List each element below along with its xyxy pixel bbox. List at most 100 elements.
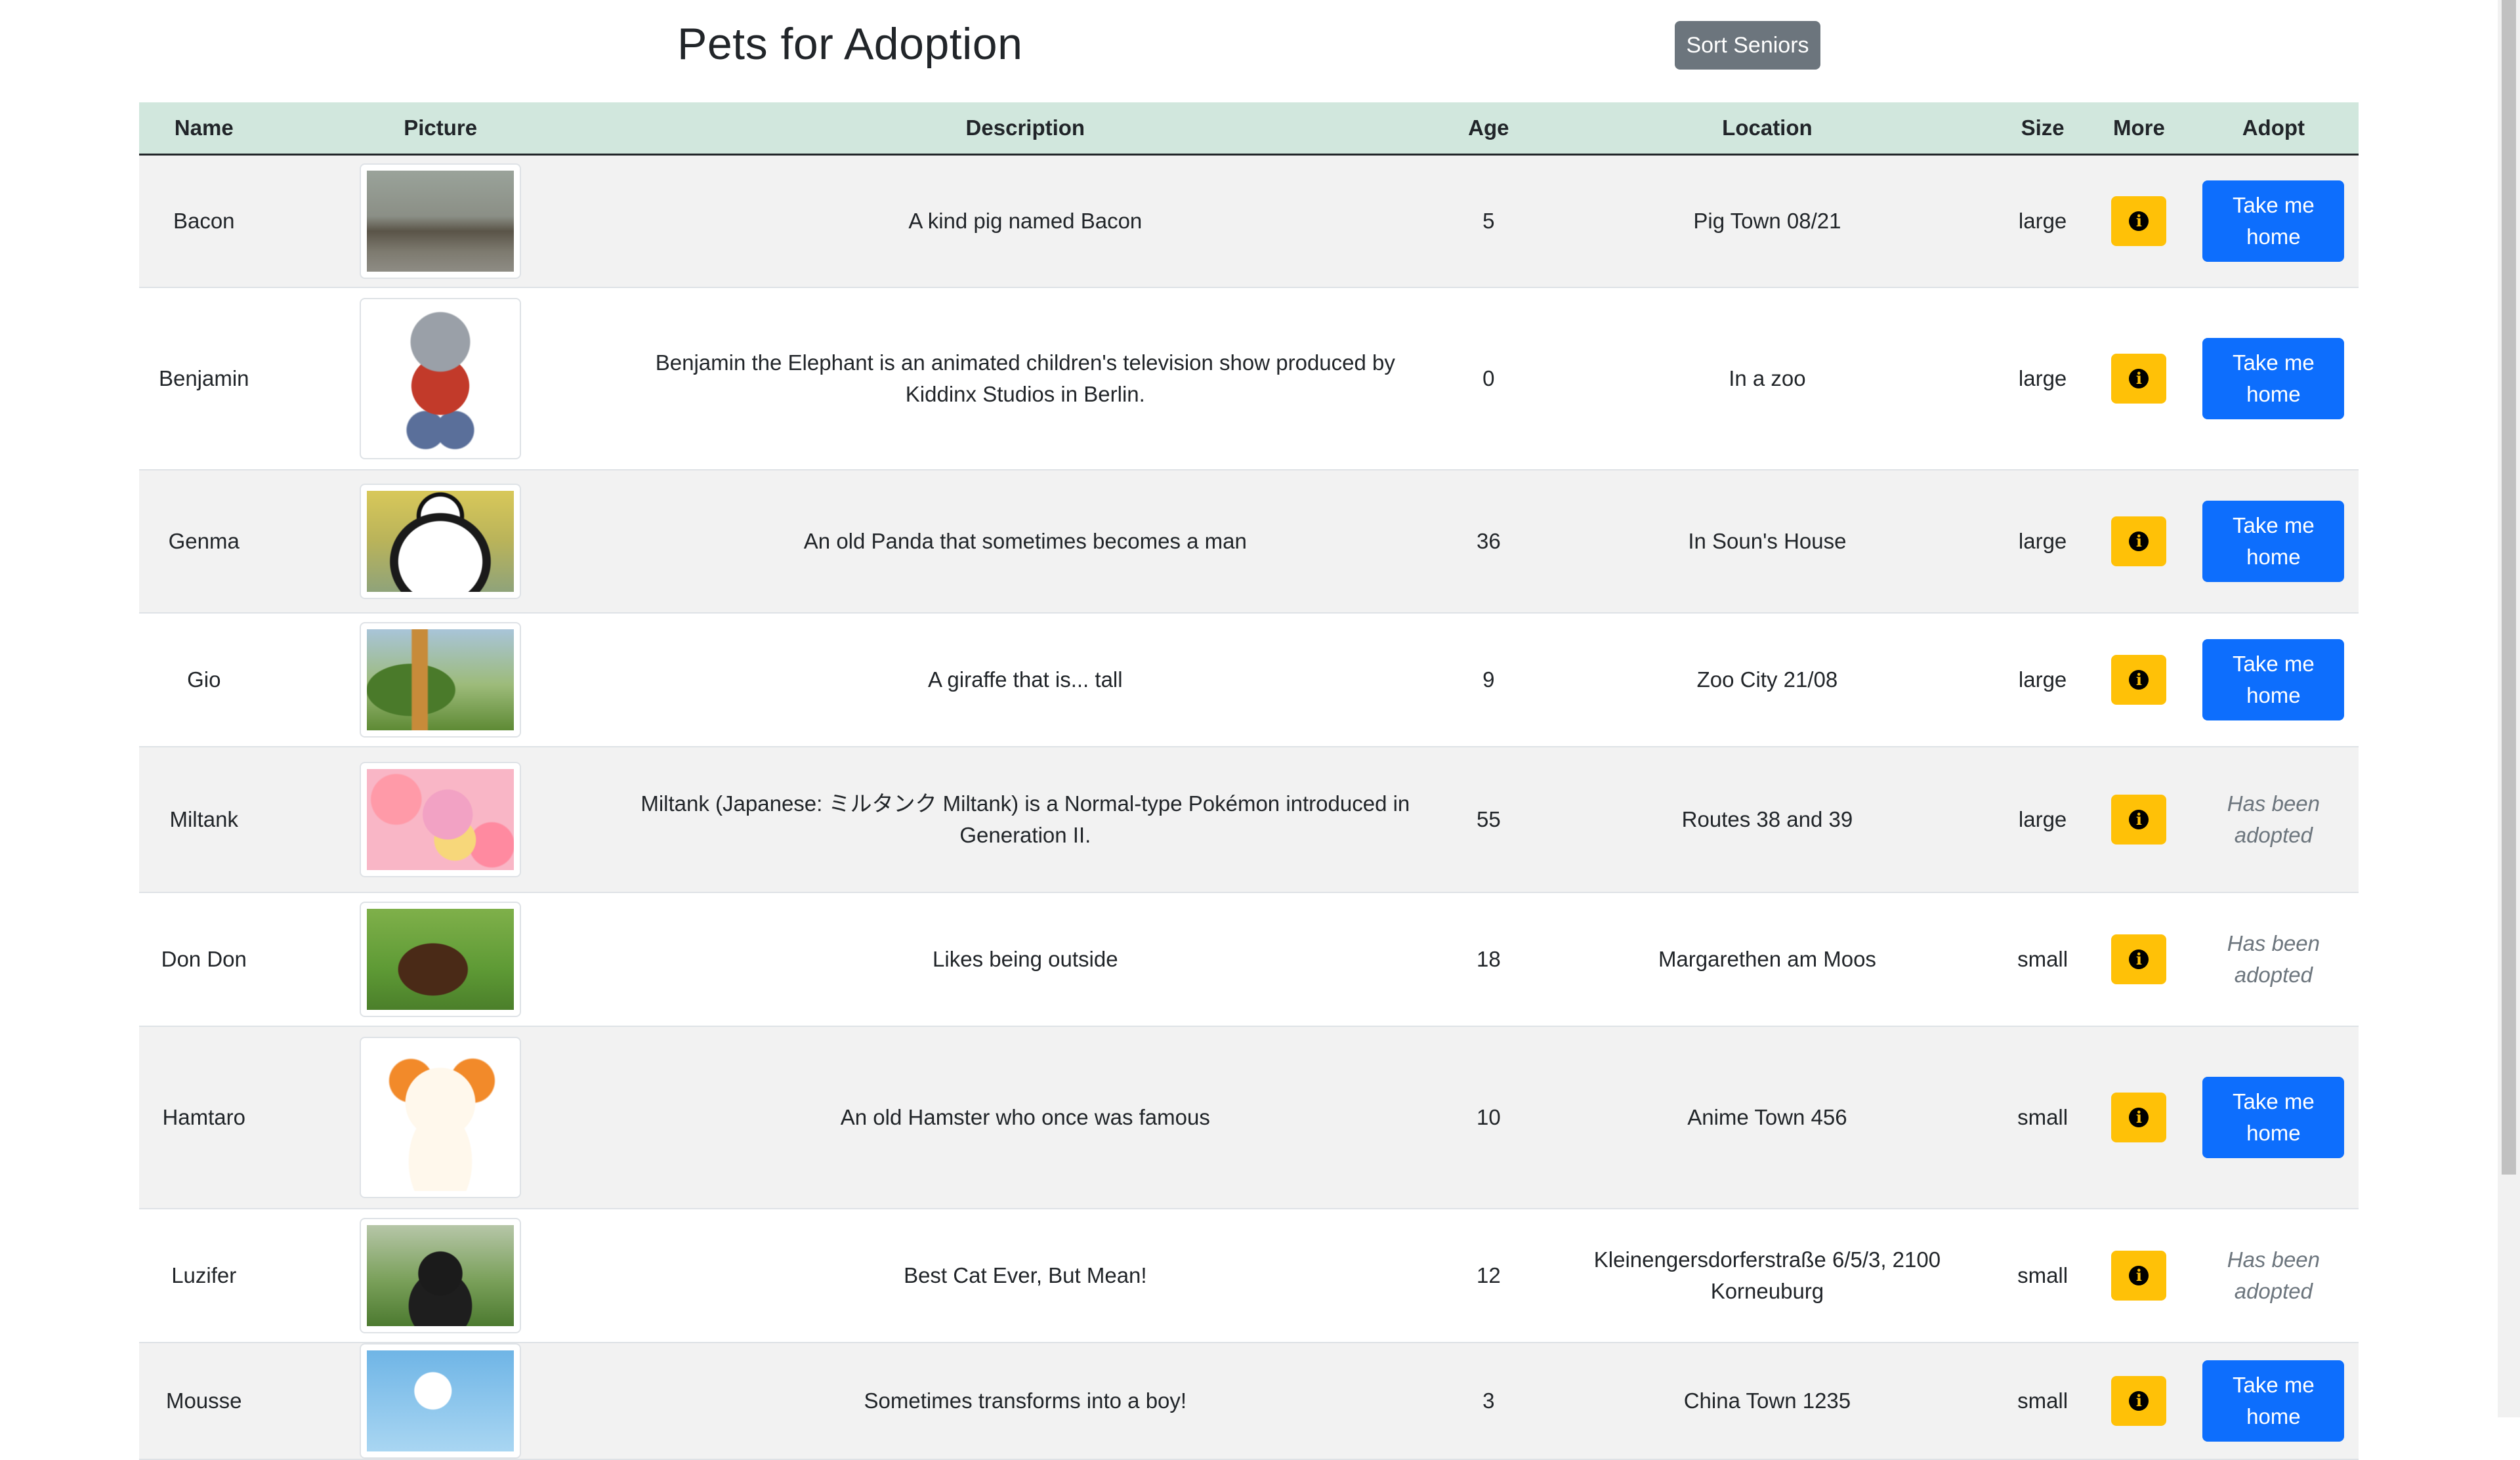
info-button[interactable]: i <box>2111 934 2167 984</box>
pet-picture-cell <box>268 154 612 288</box>
pet-location-cell: Pig Town 08/21 <box>1538 154 1996 288</box>
pet-more-cell: i <box>2090 1026 2189 1209</box>
pets-table-body: Bacon A kind pig named Bacon 5 Pig Town 08/… <box>139 154 2359 1460</box>
table-row: Benjamin Benjamin the Elephant is an anim… <box>139 287 2359 470</box>
info-icon: i <box>2129 368 2149 388</box>
pet-more-cell: i <box>2090 746 2189 893</box>
column-header-name[interactable]: Name <box>139 102 269 156</box>
boar-photo <box>367 170 514 272</box>
pet-adopt-cell: Take me home <box>2188 612 2359 747</box>
pet-size-cell: large <box>1996 469 2090 614</box>
take-me-home-button[interactable]: Take me home <box>2202 1360 2345 1442</box>
pet-adopt-cell: Take me home <box>2188 154 2359 288</box>
pet-picture-cell <box>268 892 612 1027</box>
pet-age-cell: 10 <box>1438 1026 1539 1209</box>
pets-table-container: Name Picture Description Age Location Si… <box>139 102 2359 1460</box>
scrollbar-thumb[interactable] <box>2502 0 2516 1175</box>
pet-description-cell: Best Cat Ever, But Mean! <box>612 1208 1438 1343</box>
info-icon: i <box>2129 531 2149 551</box>
pet-adopt-cell: Take me home <box>2188 1026 2359 1209</box>
pet-age-cell: 12 <box>1438 1208 1539 1343</box>
pet-adopt-cell: Has been adopted <box>2188 892 2359 1027</box>
adopted-status: Has been adopted <box>2227 791 2320 847</box>
info-button[interactable]: i <box>2111 794 2167 845</box>
pet-name-cell: Genma <box>139 469 269 614</box>
pet-description-cell: Likes being outside <box>612 892 1438 1027</box>
pet-thumbnail[interactable] <box>360 297 522 459</box>
table-row: Miltank Miltank (Japanese: ミルタンク Miltank)… <box>139 746 2359 893</box>
take-me-home-button[interactable]: Take me home <box>2202 180 2345 262</box>
pet-more-cell: i <box>2090 154 2189 288</box>
pet-name-cell: Bacon <box>139 154 269 288</box>
pet-size-cell: small <box>1996 892 2090 1027</box>
pet-age-cell: 0 <box>1438 287 1539 470</box>
info-button[interactable]: i <box>2111 196 2167 246</box>
pet-description-cell: An old Hamster who once was famous <box>612 1026 1438 1209</box>
pets-table: Name Picture Description Age Location Si… <box>139 102 2359 1460</box>
pet-location-cell: China Town 1235 <box>1538 1342 1996 1460</box>
pet-description-cell: Miltank (Japanese: ミルタンク Miltank) is a N… <box>612 746 1438 893</box>
info-icon: i <box>2129 1390 2149 1411</box>
pet-description-cell: An old Panda that sometimes becomes a ma… <box>612 469 1438 614</box>
pet-picture-cell <box>268 287 612 470</box>
pet-description-cell: Benjamin the Elephant is an animated chi… <box>612 287 1438 470</box>
info-icon: i <box>2129 949 2149 969</box>
column-header-age[interactable]: Age <box>1438 102 1539 156</box>
pet-size-cell: small <box>1996 1026 2090 1209</box>
pet-picture-cell <box>268 1342 612 1460</box>
pet-age-cell: 3 <box>1438 1342 1539 1460</box>
column-header-description: Description <box>612 102 1438 156</box>
table-row: Mousse Sometimes transforms into a boy! 3 C… <box>139 1342 2359 1460</box>
info-button[interactable]: i <box>2111 1250 2167 1301</box>
info-button[interactable]: i <box>2111 516 2167 566</box>
adopted-status: Has been adopted <box>2227 1247 2320 1303</box>
info-button[interactable]: i <box>2111 1092 2167 1142</box>
pet-more-cell: i <box>2090 287 2189 470</box>
pet-location-cell: Zoo City 21/08 <box>1538 612 1996 747</box>
elephant-plush-photo <box>367 304 514 452</box>
pet-thumbnail[interactable] <box>360 163 522 279</box>
info-icon: i <box>2129 211 2149 231</box>
pet-description-cell: Sometimes transforms into a boy! <box>612 1342 1438 1460</box>
pet-more-cell: i <box>2090 892 2189 1027</box>
table-row: Hamtaro An old Hamster who once was famou… <box>139 1026 2359 1209</box>
pet-thumbnail[interactable] <box>360 901 522 1017</box>
pet-name-cell: Miltank <box>139 746 269 893</box>
pet-thumbnail[interactable] <box>360 1036 522 1198</box>
pet-thumbnail[interactable] <box>360 1343 522 1459</box>
table-row: Bacon A kind pig named Bacon 5 Pig Town 08/… <box>139 154 2359 288</box>
adopted-status: Has been adopted <box>2227 930 2320 987</box>
info-icon: i <box>2129 809 2149 829</box>
table-row: Luzifer Best Cat Ever, But Mean! 12 Kleinen… <box>139 1208 2359 1343</box>
pet-name-cell: Don Don <box>139 892 269 1027</box>
pet-name-cell: Luzifer <box>139 1208 269 1343</box>
vertical-scrollbar[interactable] <box>2498 0 2520 1417</box>
pet-adopt-cell: Has been adopted <box>2188 1208 2359 1343</box>
info-icon: i <box>2129 669 2149 690</box>
column-header-more: More <box>2090 102 2189 156</box>
take-me-home-button[interactable]: Take me home <box>2202 500 2345 582</box>
take-me-home-button[interactable]: Take me home <box>2202 1076 2345 1158</box>
take-me-home-button[interactable]: Take me home <box>2202 638 2345 720</box>
pet-location-cell: Routes 38 and 39 <box>1538 746 1996 893</box>
column-header-location: Location <box>1538 102 1996 156</box>
pet-thumbnail[interactable] <box>360 621 522 738</box>
sort-seniors-button[interactable]: Sort Seniors <box>1675 21 1820 70</box>
pet-adopt-cell: Take me home <box>2188 469 2359 614</box>
pet-thumbnail[interactable] <box>360 761 522 877</box>
column-header-picture: Picture <box>268 102 612 156</box>
page-title: Pets for Adoption <box>677 19 1023 69</box>
pet-size-cell: large <box>1996 746 2090 893</box>
info-button[interactable]: i <box>2111 654 2167 705</box>
pet-thumbnail[interactable] <box>360 1217 522 1333</box>
table-header-row: Name Picture Description Age Location Si… <box>139 102 2359 156</box>
pet-more-cell: i <box>2090 612 2189 747</box>
pet-thumbnail[interactable] <box>360 483 522 599</box>
pet-more-cell: i <box>2090 469 2189 614</box>
take-me-home-button[interactable]: Take me home <box>2202 337 2345 419</box>
pet-age-cell: 18 <box>1438 892 1539 1027</box>
info-button[interactable]: i <box>2111 1375 2167 1426</box>
giraffe-photo <box>367 629 514 730</box>
table-row: Don Don Likes being outside 18 Margarethen … <box>139 892 2359 1027</box>
info-button[interactable]: i <box>2111 353 2167 404</box>
